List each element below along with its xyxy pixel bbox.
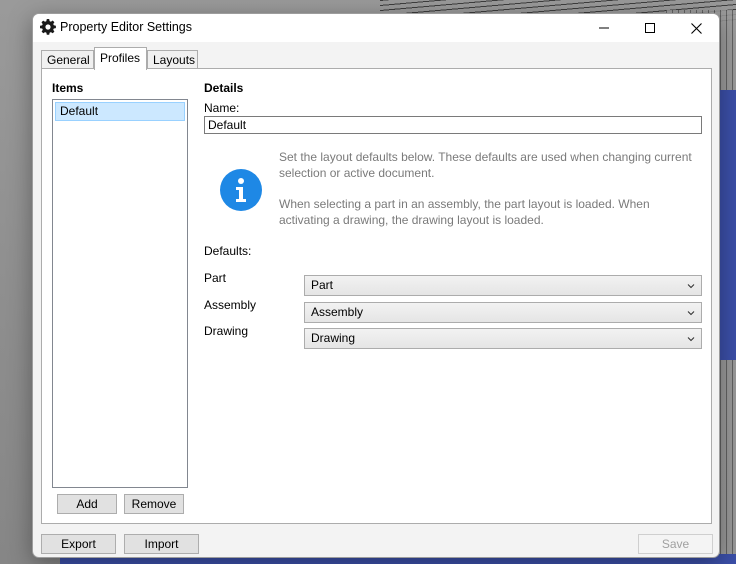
chevron-down-icon bbox=[687, 311, 695, 316]
drawing-layout-select[interactable]: Drawing bbox=[304, 328, 702, 349]
save-button[interactable]: Save bbox=[638, 534, 713, 554]
maximize-button[interactable] bbox=[627, 14, 673, 42]
maximize-icon bbox=[645, 23, 655, 33]
import-button[interactable]: Import bbox=[124, 534, 199, 554]
info-text-1: Set the layout defaults below. These def… bbox=[279, 150, 692, 180]
chevron-down-icon bbox=[687, 337, 695, 342]
part-select-value: Part bbox=[311, 278, 334, 292]
profiles-panel: Items Default Add Remove Details Name: D… bbox=[41, 68, 712, 524]
drawing-label: Drawing bbox=[204, 324, 249, 338]
drawing-select-value: Drawing bbox=[311, 331, 356, 345]
close-button[interactable] bbox=[673, 14, 719, 42]
window-title: Property Editor Settings bbox=[60, 20, 193, 34]
settings-dialog: Property Editor Settings General Profile… bbox=[32, 13, 720, 558]
info-icon bbox=[220, 169, 262, 211]
part-layout-select[interactable]: Part bbox=[304, 275, 702, 296]
details-heading: Details bbox=[204, 81, 244, 95]
assembly-layout-select[interactable]: Assembly bbox=[304, 302, 702, 323]
info-text-2: When selecting a part in an assembly, th… bbox=[279, 197, 650, 227]
minimize-icon bbox=[599, 27, 609, 29]
tab-profiles[interactable]: Profiles bbox=[94, 47, 147, 70]
minimize-button[interactable] bbox=[581, 14, 627, 42]
list-item[interactable]: Default bbox=[55, 102, 185, 121]
name-label: Name: bbox=[204, 101, 240, 115]
assembly-label: Assembly bbox=[204, 298, 257, 312]
items-heading: Items bbox=[52, 81, 84, 95]
export-button[interactable]: Export bbox=[41, 534, 116, 554]
tab-general[interactable]: General bbox=[41, 50, 94, 69]
assembly-select-value: Assembly bbox=[311, 305, 364, 319]
name-field[interactable]: Default bbox=[204, 116, 702, 134]
title-bar[interactable]: Property Editor Settings bbox=[33, 14, 719, 42]
items-list[interactable]: Default bbox=[52, 99, 188, 488]
tab-layouts[interactable]: Layouts bbox=[147, 50, 198, 69]
close-icon bbox=[690, 22, 702, 34]
remove-button[interactable]: Remove bbox=[124, 494, 184, 514]
chevron-down-icon bbox=[687, 284, 695, 289]
defaults-label: Defaults: bbox=[204, 244, 252, 258]
part-label: Part bbox=[204, 271, 227, 285]
gear-icon bbox=[40, 19, 56, 35]
add-button[interactable]: Add bbox=[57, 494, 117, 514]
